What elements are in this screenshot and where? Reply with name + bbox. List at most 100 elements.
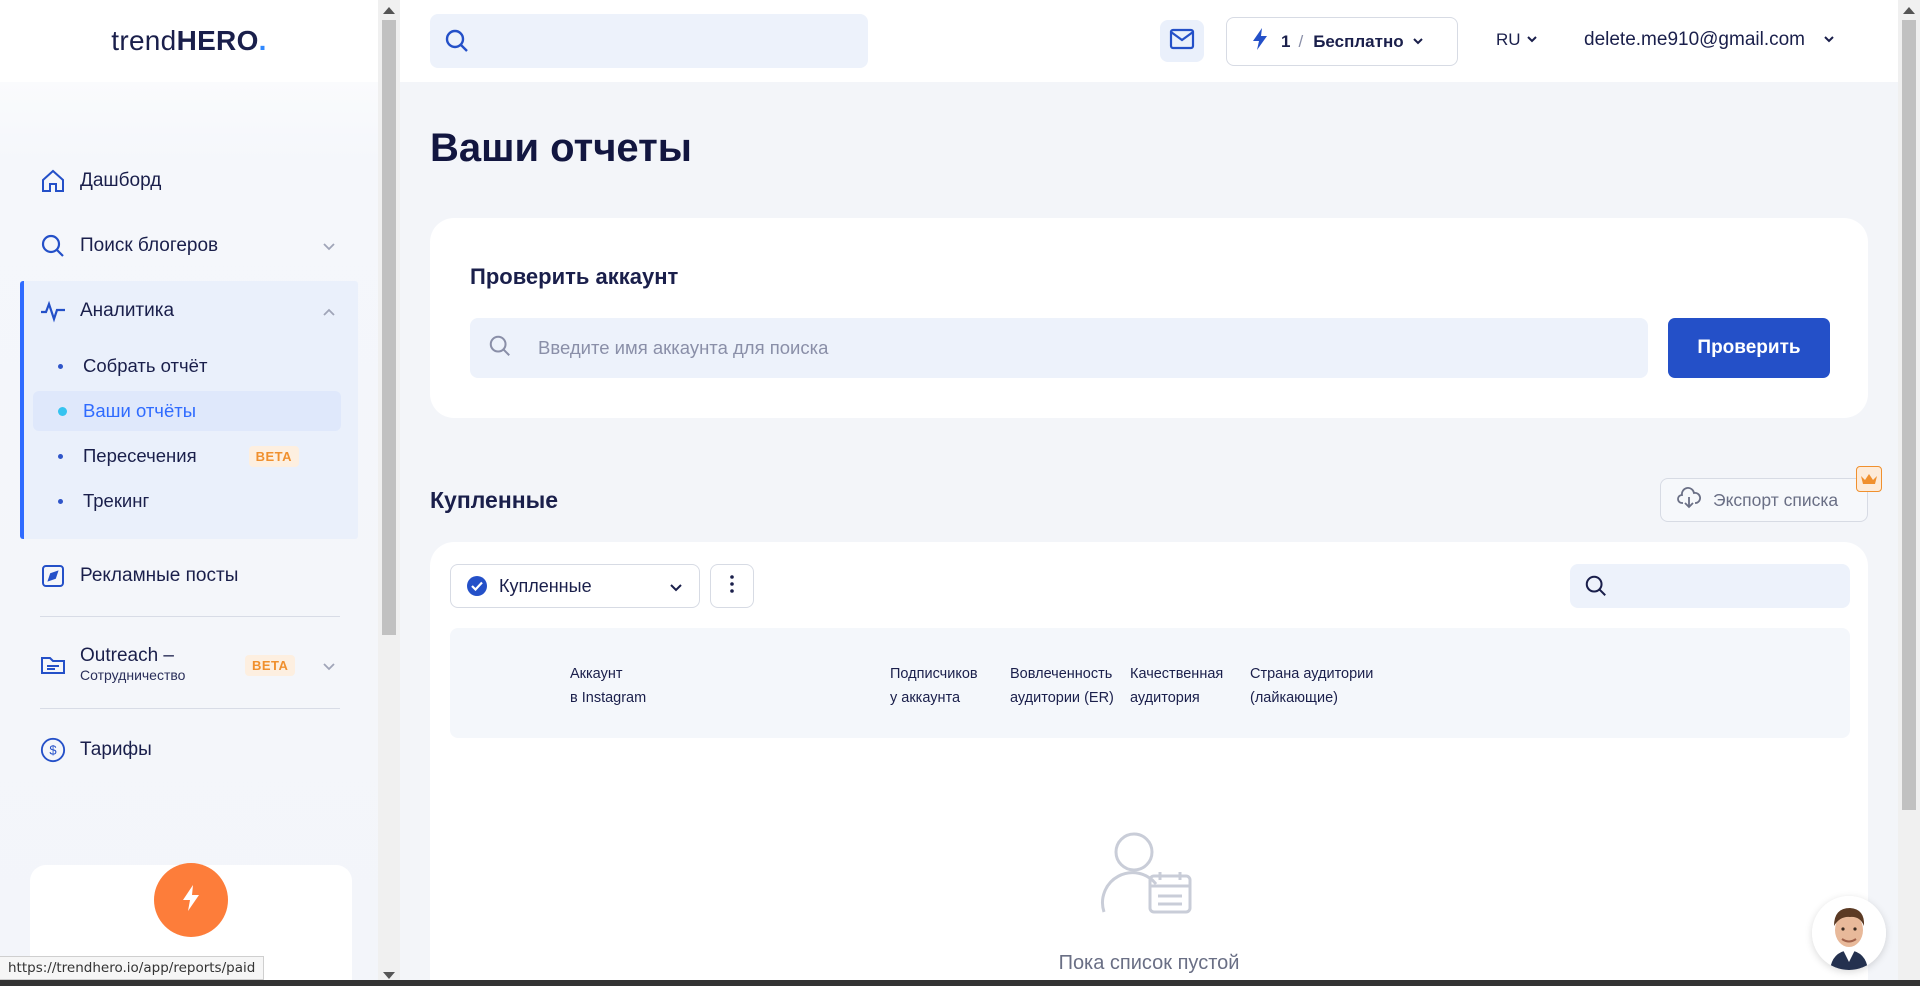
beta-badge: BETA bbox=[248, 445, 300, 467]
top-bar: 1 / Бесплатно RU delete.me910@gmail.com bbox=[400, 0, 1898, 82]
plan-separator: / bbox=[1298, 31, 1304, 51]
sidebar-item-label: Трекинг bbox=[83, 490, 150, 511]
sidebar-item-label: Аналитика bbox=[80, 300, 175, 321]
scroll-up-arrow[interactable] bbox=[1903, 7, 1915, 14]
column-header-followers[interactable]: Подписчиков у аккаунта bbox=[890, 662, 978, 710]
plan-name: Бесплатно bbox=[1313, 31, 1404, 51]
list-search-input[interactable] bbox=[1570, 564, 1850, 608]
table-header: Аккаунт в Instagram Подписчиков у аккаун… bbox=[450, 628, 1850, 738]
window-bottom-edge bbox=[0, 980, 1920, 986]
support-chat-avatar[interactable] bbox=[1812, 896, 1886, 970]
sidebar-item-analytics[interactable]: Аналитика bbox=[40, 291, 340, 331]
logo[interactable]: trend HERO. bbox=[0, 0, 378, 82]
scrollbar-thumb[interactable] bbox=[1902, 20, 1916, 810]
sidebar-item-outreach[interactable]: Outreach – Сотрудничество BETA bbox=[40, 640, 340, 690]
column-header-engagement[interactable]: Вовлеченность аудитории (ER) bbox=[1010, 662, 1114, 710]
more-options-button[interactable] bbox=[710, 564, 754, 608]
filter-dropdown[interactable]: Купленные bbox=[450, 564, 700, 608]
compass-icon bbox=[40, 563, 66, 589]
empty-state-text: Пока список пустой bbox=[1058, 952, 1240, 974]
scroll-down-arrow[interactable] bbox=[383, 972, 395, 979]
sidebar-item-label: Тарифы bbox=[80, 739, 152, 760]
page-title: Ваши отчеты bbox=[430, 126, 692, 170]
logo-bold: HERO bbox=[176, 25, 259, 56]
sidebar-item-ad-posts[interactable]: Рекламные посты bbox=[40, 556, 238, 596]
status-bar-url: https://trendhero.io/app/reports/paid bbox=[0, 956, 265, 980]
plan-dropdown[interactable]: 1 / Бесплатно bbox=[1226, 17, 1458, 66]
activity-icon bbox=[40, 298, 66, 324]
bullet bbox=[58, 498, 63, 504]
check-circle-icon bbox=[467, 576, 487, 596]
document-icon bbox=[40, 652, 66, 678]
sidebar-item-tariffs[interactable]: $ Тарифы bbox=[40, 730, 152, 770]
purchased-list-card: Купленные Аккаунт в Instagram Подписчико… bbox=[430, 542, 1868, 986]
divider bbox=[40, 708, 340, 709]
plan-count: 1 bbox=[1281, 31, 1291, 51]
chevron-down-icon bbox=[1412, 32, 1424, 52]
column-header-account[interactable]: Аккаунт в Instagram bbox=[570, 662, 646, 710]
user-email: delete.me910@gmail.com bbox=[1584, 29, 1806, 50]
chevron-up-icon bbox=[322, 303, 336, 325]
logo-dot: . bbox=[258, 25, 267, 56]
upgrade-button[interactable] bbox=[154, 863, 228, 937]
search-icon bbox=[40, 233, 66, 259]
sidebar-item-label: Дашборд bbox=[80, 170, 162, 191]
logo-prefix: trend bbox=[111, 25, 177, 56]
mail-icon bbox=[1169, 28, 1195, 55]
sidebar: trend HERO. Дашборд Поиск блогеров Аналит… bbox=[0, 0, 378, 986]
dollar-icon: $ bbox=[40, 737, 66, 763]
account-search-field[interactable] bbox=[470, 318, 1648, 378]
home-icon bbox=[40, 168, 66, 194]
scroll-up-arrow[interactable] bbox=[383, 7, 395, 14]
sidebar-scrollbar[interactable] bbox=[378, 0, 400, 986]
scrollbar-thumb[interactable] bbox=[382, 20, 396, 635]
sidebar-item-label: Пересечения bbox=[83, 445, 197, 466]
sidebar-item-tracking[interactable]: Трекинг bbox=[58, 483, 149, 519]
sidebar-item-sublabel: Сотрудничество bbox=[80, 666, 186, 683]
bullet bbox=[58, 363, 63, 369]
search-icon bbox=[488, 334, 512, 363]
language-label: RU bbox=[1496, 30, 1521, 49]
active-bullet bbox=[58, 406, 67, 416]
sidebar-item-label: Поиск блогеров bbox=[80, 235, 219, 256]
account-search-input[interactable] bbox=[538, 337, 1438, 359]
crown-icon bbox=[1856, 466, 1882, 492]
language-selector[interactable]: RU bbox=[1496, 30, 1538, 50]
sidebar-item-search-bloggers[interactable]: Поиск блогеров bbox=[40, 226, 340, 266]
sidebar-item-intersections[interactable]: Пересечения BETA bbox=[58, 438, 300, 474]
sidebar-item-build-report[interactable]: Собрать отчёт bbox=[58, 348, 207, 384]
user-menu[interactable]: delete.me910@gmail.com bbox=[1584, 29, 1835, 51]
chevron-down-icon bbox=[322, 658, 336, 680]
export-list-button[interactable]: Экспорт списка bbox=[1660, 478, 1868, 522]
chevron-down-icon bbox=[1526, 30, 1538, 50]
column-header-audience-country[interactable]: Страна аудитории (лайкающие) bbox=[1250, 662, 1373, 710]
search-icon bbox=[444, 28, 470, 59]
divider bbox=[40, 616, 340, 617]
sidebar-item-label: Собрать отчёт bbox=[83, 355, 208, 376]
svg-text:$: $ bbox=[49, 743, 57, 758]
cloud-download-icon bbox=[1677, 486, 1701, 514]
card-title: Проверить аккаунт bbox=[470, 264, 679, 289]
section-title: Купленные bbox=[430, 487, 559, 513]
column-header-quality-audience[interactable]: Качественная аудитория bbox=[1130, 662, 1223, 710]
chevron-down-icon bbox=[669, 579, 683, 600]
chevron-down-icon bbox=[322, 238, 336, 260]
more-vertical-icon bbox=[730, 574, 734, 598]
sidebar-item-label: Outreach – bbox=[80, 644, 174, 666]
lightning-icon bbox=[179, 883, 203, 918]
messages-button[interactable] bbox=[1160, 20, 1204, 62]
bullet bbox=[58, 453, 63, 459]
check-account-card: Проверить аккаунт Проверить bbox=[430, 218, 1868, 418]
sidebar-item-label: Рекламные посты bbox=[80, 565, 239, 586]
search-icon bbox=[1584, 574, 1608, 603]
global-search-input[interactable] bbox=[430, 14, 868, 68]
sidebar-item-label: Ваши отчёты bbox=[83, 400, 196, 421]
beta-badge: BETA bbox=[245, 655, 296, 676]
sidebar-item-dashboard[interactable]: Дашборд bbox=[40, 161, 161, 201]
page-scrollbar[interactable] bbox=[1898, 0, 1920, 986]
user-calendar-icon bbox=[1100, 828, 1200, 929]
filter-value: Купленные bbox=[499, 575, 592, 596]
sidebar-item-your-reports[interactable]: Ваши отчёты bbox=[58, 393, 196, 429]
chevron-down-icon bbox=[1823, 29, 1835, 51]
check-button[interactable]: Проверить bbox=[1668, 318, 1830, 378]
